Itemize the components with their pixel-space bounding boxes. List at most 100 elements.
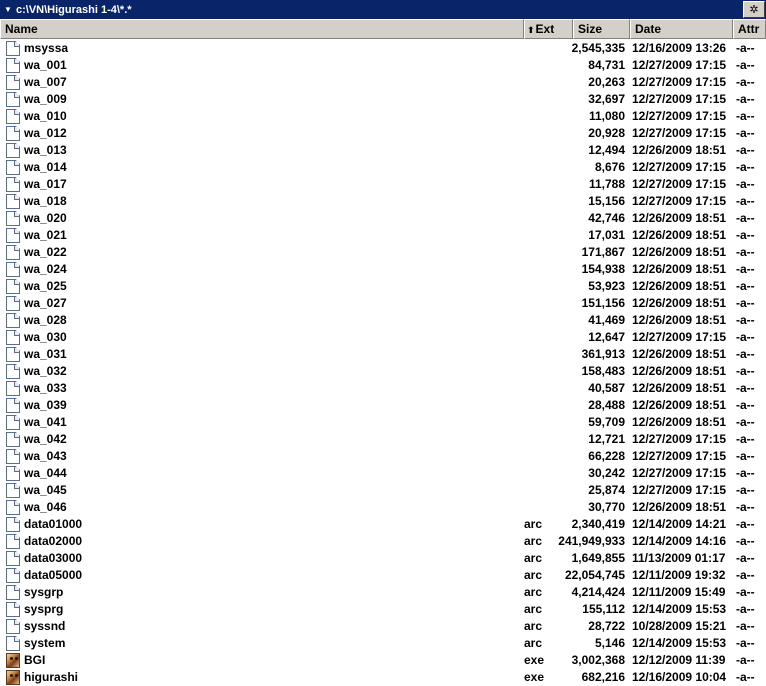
file-size: 2,545,335	[571, 41, 625, 55]
file-name: data05000	[24, 568, 83, 582]
file-name: wa_039	[24, 398, 67, 412]
file-date: 12/12/2009 11:39	[632, 653, 726, 667]
document-icon	[6, 262, 20, 277]
file-ext: arc	[524, 568, 543, 582]
file-list[interactable]: msyssa 2,545,335 12/16/2009 13:26 -a-- wa_00…	[0, 40, 766, 686]
file-name: data01000	[24, 517, 83, 531]
file-size: 11,080	[588, 109, 625, 123]
file-row[interactable]: wa_021 17,031 12/26/2009 18:51 -a--	[0, 227, 766, 244]
column-header-size[interactable]: Size	[573, 19, 630, 39]
file-size: 66,228	[588, 449, 625, 463]
file-row[interactable]: data02000 arc 241,949,933 12/14/2009 14:16-…	[0, 533, 766, 550]
file-row[interactable]: syssnd arc 28,722 10/28/2009 15:21 -a--	[0, 618, 766, 635]
file-name: wa_043	[24, 449, 67, 463]
document-icon	[6, 432, 20, 447]
options-button[interactable]: ✲	[743, 1, 765, 18]
file-row[interactable]: wa_017 11,788 12/27/2009 17:15 -a--	[0, 176, 766, 193]
file-attr: -a--	[736, 653, 755, 667]
file-row[interactable]: wa_013 12,494 12/26/2009 18:51 -a--	[0, 142, 766, 159]
file-name: wa_010	[24, 109, 67, 123]
file-attr: -a--	[736, 109, 755, 123]
file-date: 12/26/2009 18:51	[632, 398, 727, 412]
file-row[interactable]: wa_042 12,721 12/27/2009 17:15 -a--	[0, 431, 766, 448]
file-name: wa_022	[24, 245, 67, 259]
window-titlebar[interactable]: ▼ c:\VN\Higurashi 1-4\*.* ✲	[0, 0, 766, 19]
file-row[interactable]: wa_018 15,156 12/27/2009 17:15 -a--	[0, 193, 766, 210]
file-row[interactable]: wa_027 151,156 12/26/2009 18:51 -a--	[0, 295, 766, 312]
file-row[interactable]: wa_046 30,770 12/26/2009 18:51 -a--	[0, 499, 766, 516]
file-row[interactable]: wa_031 361,913 12/26/2009 18:51 -a--	[0, 346, 766, 363]
file-row[interactable]: wa_012 20,928 12/27/2009 17:15 -a--	[0, 125, 766, 142]
file-attr: -a--	[736, 228, 755, 242]
file-date: 11/13/2009 01:17	[632, 551, 726, 565]
file-row[interactable]: wa_001 84,731 12/27/2009 17:15 -a--	[0, 57, 766, 74]
file-size: 42,746	[588, 211, 625, 225]
file-date: 10/28/2009 15:21	[632, 619, 727, 633]
file-size: 8,676	[594, 160, 625, 174]
file-row[interactable]: sysprg arc 155,112 12/14/2009 15:53 -a--	[0, 601, 766, 618]
file-attr: -a--	[736, 415, 755, 429]
file-ext: arc	[524, 585, 543, 599]
file-row[interactable]: wa_014 8,676 12/27/2009 17:15 -a--	[0, 159, 766, 176]
file-row[interactable]: wa_024 154,938 12/26/2009 18:51 -a--	[0, 261, 766, 278]
file-attr: -a--	[736, 262, 755, 276]
file-size: 40,587	[588, 381, 625, 395]
file-row[interactable]: wa_028 41,469 12/26/2009 18:51 -a--	[0, 312, 766, 329]
file-date: 12/26/2009 18:51	[632, 313, 727, 327]
file-size: 154,938	[581, 262, 625, 276]
file-row[interactable]: wa_033 40,587 12/26/2009 18:51 -a--	[0, 380, 766, 397]
file-row[interactable]: wa_010 11,080 12/27/2009 17:15 -a--	[0, 108, 766, 125]
column-header-date-label: Date	[635, 22, 662, 36]
column-header-ext[interactable]: ⬆Ext	[524, 19, 573, 39]
column-header-attr[interactable]: Attr	[733, 19, 766, 39]
file-row[interactable]: wa_009 32,697 12/27/2009 17:15 -a--	[0, 91, 766, 108]
file-size: 15,156	[588, 194, 625, 208]
file-date: 12/27/2009 17:15	[632, 330, 727, 344]
file-row[interactable]: wa_044 30,242 12/27/2009 17:15 -a--	[0, 465, 766, 482]
file-row[interactable]: wa_043 66,228 12/27/2009 17:15 -a--	[0, 448, 766, 465]
file-date: 12/27/2009 17:15	[632, 177, 727, 191]
file-attr: -a--	[736, 313, 755, 327]
document-icon	[6, 602, 20, 617]
file-row[interactable]: wa_032 158,483 12/26/2009 18:51 -a--	[0, 363, 766, 380]
file-size: 361,913	[581, 347, 625, 361]
file-row[interactable]: data05000 arc 22,054,745 12/11/2009 19:32 -a…	[0, 567, 766, 584]
file-row[interactable]: wa_022 171,867 12/26/2009 18:51 -a--	[0, 244, 766, 261]
file-name: wa_032	[24, 364, 67, 378]
file-date: 12/26/2009 18:51	[632, 381, 727, 395]
file-row[interactable]: sysgrp arc 4,214,424 12/11/2009 15:49 -a--	[0, 584, 766, 601]
file-name: wa_045	[24, 483, 67, 497]
file-row[interactable]: wa_007 20,263 12/27/2009 17:15 -a--	[0, 74, 766, 91]
file-date: 12/27/2009 17:15	[632, 194, 727, 208]
file-name: wa_013	[24, 143, 67, 157]
file-name: wa_025	[24, 279, 67, 293]
file-size: 5,146	[594, 636, 625, 650]
file-row[interactable]: wa_030 12,647 12/27/2009 17:15 -a--	[0, 329, 766, 346]
file-row[interactable]: wa_025 53,923 12/26/2009 18:51 -a--	[0, 278, 766, 295]
file-name: wa_046	[24, 500, 67, 514]
file-row[interactable]: wa_045 25,874 12/27/2009 17:15 -a--	[0, 482, 766, 499]
file-row[interactable]: data03000 arc 1,649,855 11/13/2009 01:17 -a-…	[0, 550, 766, 567]
file-row[interactable]: wa_041 59,709 12/26/2009 18:51 -a--	[0, 414, 766, 431]
file-row[interactable]: higurashi exe 682,216 12/16/2009 10:04 -a--	[0, 669, 766, 686]
file-size: 17,031	[588, 228, 625, 242]
file-name: wa_031	[24, 347, 67, 361]
file-name: wa_020	[24, 211, 67, 225]
file-row[interactable]: data01000 arc 2,340,419 12/14/2009 14:21 -a-…	[0, 516, 766, 533]
column-header-attr-label: Attr	[738, 22, 760, 36]
column-header-date[interactable]: Date	[630, 19, 733, 39]
path-dropdown-icon[interactable]: ▼	[4, 0, 14, 19]
file-row[interactable]: system arc 5,146 12/14/2009 15:53 -a--	[0, 635, 766, 652]
file-row[interactable]: msyssa 2,545,335 12/16/2009 13:26 -a--	[0, 40, 766, 57]
file-date: 12/26/2009 18:51	[632, 296, 727, 310]
file-size: 1,649,855	[571, 551, 625, 565]
file-name: data02000	[24, 534, 83, 548]
file-date: 12/14/2009 14:16	[632, 534, 727, 548]
column-header-name[interactable]: Name	[0, 19, 524, 39]
file-row[interactable]: wa_020 42,746 12/26/2009 18:51 -a--	[0, 210, 766, 227]
document-icon	[6, 75, 20, 90]
file-row[interactable]: wa_039 28,488 12/26/2009 18:51 -a--	[0, 397, 766, 414]
document-icon	[6, 126, 20, 141]
file-row[interactable]: BGI exe 3,002,368 12/12/2009 11:39 -a--	[0, 652, 766, 669]
file-name: wa_041	[24, 415, 67, 429]
